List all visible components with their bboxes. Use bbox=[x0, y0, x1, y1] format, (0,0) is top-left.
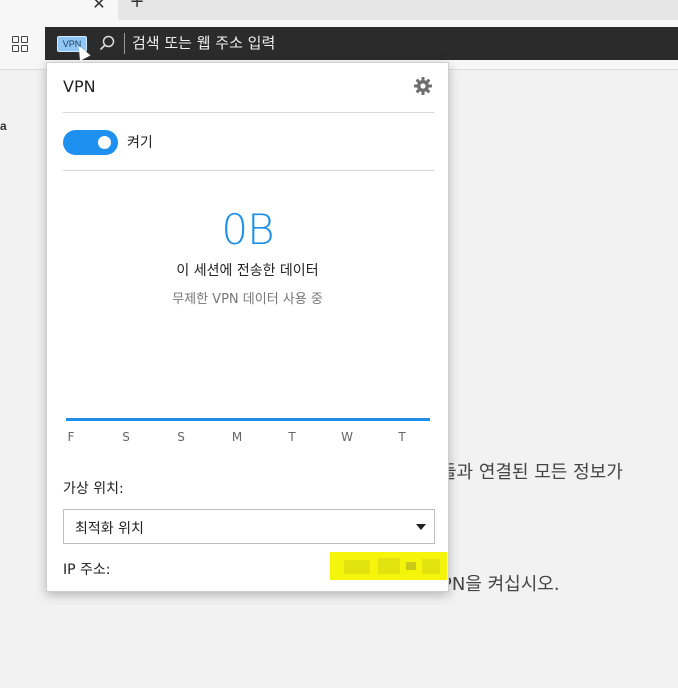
weekday-axis: F S S M T W T bbox=[66, 430, 430, 446]
day-label: T bbox=[398, 430, 406, 444]
chevron-down-icon bbox=[416, 524, 426, 530]
panel-title: VPN bbox=[63, 77, 96, 96]
search-icon[interactable] bbox=[99, 35, 115, 51]
location-label: 가상 위치: bbox=[63, 481, 124, 497]
data-amount: 0B bbox=[221, 205, 274, 254]
divider bbox=[63, 112, 434, 113]
day-label: S bbox=[122, 430, 130, 444]
day-label: F bbox=[67, 430, 75, 444]
vpn-toggle[interactable] bbox=[63, 130, 118, 155]
gear-icon[interactable] bbox=[413, 76, 433, 96]
background-text-fragment: a bbox=[0, 119, 7, 133]
data-caption: 이 세션에 전송한 데이터 bbox=[176, 263, 319, 279]
location-select[interactable]: 최적화 위치 bbox=[63, 509, 435, 544]
background-text-line2: PN을 켜십시오. bbox=[441, 574, 560, 595]
active-tab[interactable]: ✕ bbox=[0, 0, 118, 20]
address-input[interactable]: 검색 또는 웹 주소 입력 bbox=[132, 35, 275, 52]
ip-label: IP 주소: bbox=[63, 562, 111, 578]
tab-strip: ✕ + bbox=[0, 0, 678, 21]
location-value: 최적화 위치 bbox=[75, 521, 144, 537]
day-label: M bbox=[231, 430, 243, 444]
toggle-knob bbox=[98, 136, 111, 149]
usage-graph-line bbox=[66, 418, 430, 421]
address-bar[interactable]: VPN 검색 또는 웹 주소 입력 bbox=[45, 27, 678, 61]
day-label: S bbox=[177, 430, 185, 444]
toggle-label: 켜기 bbox=[127, 135, 153, 151]
day-label: W bbox=[341, 430, 353, 444]
data-subcaption: 무제한 VPN 데이터 사용 중 bbox=[172, 292, 323, 307]
divider bbox=[63, 170, 434, 171]
vpn-panel: VPN 켜기 0B 이 세션에 전송한 데이터 무제한 VPN 데이터 사용 중… bbox=[46, 62, 449, 592]
tab-grid-icon[interactable] bbox=[12, 36, 28, 52]
new-tab-button[interactable]: + bbox=[128, 0, 146, 12]
address-separator bbox=[124, 33, 125, 54]
ip-redaction-highlight bbox=[330, 552, 447, 580]
background-text-line1: 들과 연결된 모든 정보가 bbox=[440, 462, 623, 483]
day-label: T bbox=[288, 430, 296, 444]
close-tab-icon[interactable]: ✕ bbox=[90, 0, 108, 14]
